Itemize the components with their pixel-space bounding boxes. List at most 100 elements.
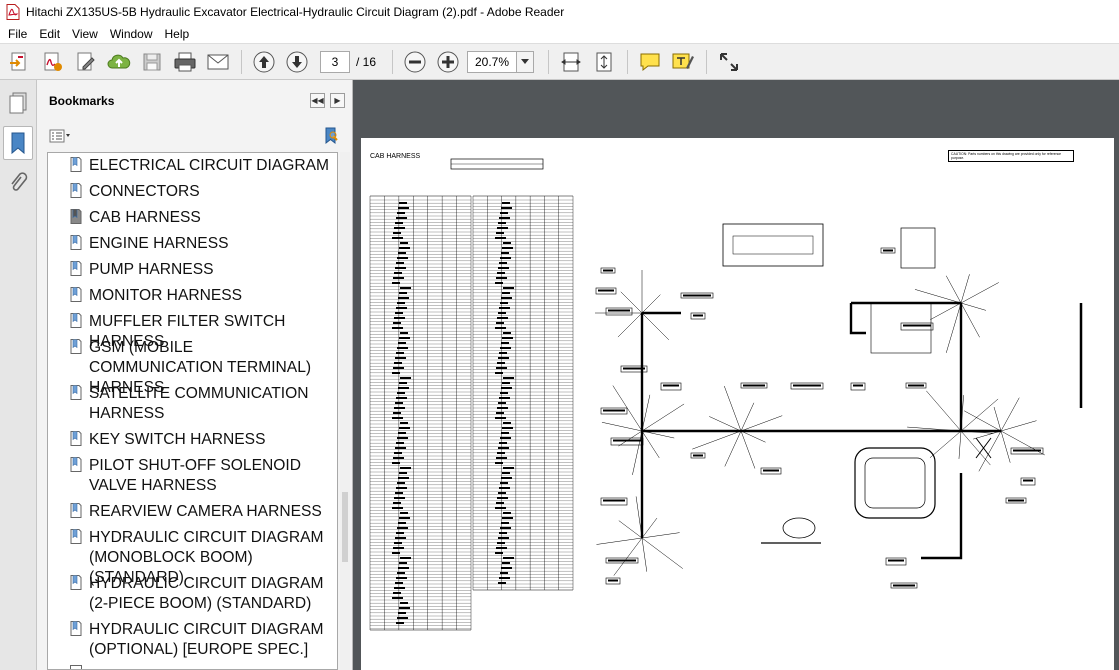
bookmark-icon <box>70 575 82 590</box>
page-thumbnails-button[interactable] <box>3 86 33 120</box>
bookmarks-list: ELECTRICAL CIRCUIT DIAGRAM CONNECTORS CAB … <box>47 152 338 670</box>
bookmark-item[interactable] <box>70 665 82 669</box>
save-button[interactable] <box>138 48 166 76</box>
bookmarks-panel: Bookmarks ◀◀ ▶ ELECTRICAL CIRCUIT DIAGRA… <box>37 80 353 670</box>
bookmark-label: REARVIEW CAMERA HARNESS <box>89 503 322 520</box>
previous-page-button[interactable] <box>250 48 278 76</box>
bookmark-item[interactable]: REARVIEW CAMERA HARNESS <box>48 502 337 522</box>
expand-bookmark-button[interactable] <box>323 127 341 148</box>
fit-width-button[interactable] <box>557 48 585 76</box>
highlight-button[interactable] <box>669 48 697 76</box>
export-pdf-icon <box>44 52 62 71</box>
upload-button[interactable] <box>105 48 133 76</box>
bookmark-icon <box>70 313 82 328</box>
title-bar: Hitachi ZX135US-5B Hydraulic Excavator E… <box>0 0 1119 24</box>
bookmark-item[interactable]: ELECTRICAL CIRCUIT DIAGRAM <box>48 156 337 176</box>
bookmark-icon <box>70 503 82 518</box>
menu-view[interactable]: View <box>66 27 104 41</box>
highlight-icon <box>672 53 695 69</box>
window-title: Hitachi ZX135US-5B Hydraulic Excavator E… <box>26 5 565 19</box>
bookmark-label: HYDRAULIC CIRCUIT DIAGRAM (OPTIONAL) [EU… <box>89 621 324 658</box>
bookmark-search-icon <box>325 127 338 145</box>
bookmark-item[interactable]: KEY SWITCH HARNESS <box>48 430 337 450</box>
fit-page-icon <box>596 52 612 71</box>
save-icon <box>143 53 161 70</box>
bookmark-item[interactable]: CONNECTORS <box>48 182 337 202</box>
options-menu-button[interactable] <box>49 129 71 143</box>
toolbar-separator <box>241 49 242 74</box>
zoom-value: 20.7% <box>475 54 510 69</box>
bookmark-item[interactable]: SATELLITE COMMUNICATION HARNESS <box>48 384 337 424</box>
toolbar-separator <box>392 49 394 74</box>
page-thumbnails-icon <box>9 92 27 114</box>
bookmark-item[interactable]: MONITOR HARNESS <box>48 286 337 306</box>
document-viewport[interactable]: CAB HARNESS CAUTION: Parts numbers on th… <box>353 80 1119 670</box>
toolbar: 3 / 16 20.7% <box>0 43 1119 80</box>
bookmark-label: PILOT SHUT-OFF SOLENOID VALVE HARNESS <box>89 457 301 494</box>
bookmark-label: CAB HARNESS <box>89 209 201 226</box>
bookmarks-title: Bookmarks <box>49 94 115 108</box>
bookmark-label: MONITOR HARNESS <box>89 287 243 304</box>
bookmark-icon <box>70 621 82 636</box>
bookmarks-header: Bookmarks ◀◀ ▶ <box>37 80 352 122</box>
menu-file[interactable]: File <box>2 27 33 41</box>
edit-pdf-icon <box>77 52 95 70</box>
comment-button[interactable] <box>636 48 664 76</box>
print-button[interactable] <box>171 48 199 76</box>
wire-table <box>369 195 574 631</box>
bookmark-item[interactable]: ENGINE HARNESS <box>48 234 337 254</box>
toolbar-separator <box>627 49 629 74</box>
fullscreen-button[interactable] <box>715 48 743 76</box>
edit-pdf-button[interactable] <box>72 48 100 76</box>
zoom-out-button[interactable] <box>401 48 429 76</box>
bookmark-item[interactable]: HYDRAULIC CIRCUIT DIAGRAM (OPTIONAL) [EU… <box>48 620 337 660</box>
fit-width-icon <box>561 52 581 71</box>
attachments-button[interactable] <box>3 166 33 200</box>
zoom-in-icon <box>437 51 459 72</box>
email-button[interactable] <box>204 48 232 76</box>
expand-panel-button[interactable]: ▶ <box>330 93 345 108</box>
bookmark-label: ENGINE HARNESS <box>89 235 229 252</box>
menu-edit[interactable]: Edit <box>33 27 66 41</box>
bookmark-label: SATELLITE COMMUNICATION HARNESS <box>89 385 309 422</box>
bookmark-item[interactable]: CAB HARNESS <box>48 208 337 228</box>
collapse-panel-button[interactable]: ◀◀ <box>310 93 325 108</box>
navigation-strip <box>0 80 37 670</box>
previous-page-icon <box>253 51 275 72</box>
bookmark-icon <box>70 209 82 224</box>
export-pdf-button[interactable] <box>39 48 67 76</box>
list-options-icon <box>49 129 70 143</box>
pdf-file-icon <box>6 4 20 20</box>
menu-window[interactable]: Window <box>104 27 159 41</box>
page-number-input[interactable]: 3 <box>320 50 350 73</box>
menu-help[interactable]: Help <box>159 27 196 41</box>
bookmark-icon <box>70 287 82 302</box>
chevron-down-icon[interactable] <box>516 51 534 72</box>
bookmarks-icon <box>11 132 25 155</box>
attachments-icon <box>11 172 28 191</box>
bookmark-icon <box>70 385 82 400</box>
scrollbar-thumb[interactable] <box>342 492 348 562</box>
print-icon <box>174 52 196 71</box>
next-page-button[interactable] <box>283 48 311 76</box>
toolbar-separator <box>548 49 550 74</box>
zoom-in-button[interactable] <box>434 48 462 76</box>
toolbar-separator <box>706 49 708 74</box>
page-total-label: / 16 <box>356 54 377 69</box>
fullscreen-icon <box>720 52 739 71</box>
bookmark-icon <box>70 261 82 276</box>
fit-page-button[interactable] <box>590 48 618 76</box>
bookmark-label: CONNECTORS <box>89 183 200 200</box>
bookmark-item[interactable]: PILOT SHUT-OFF SOLENOID VALVE HARNESS <box>48 456 337 496</box>
zoom-select[interactable]: 20.7% <box>467 50 535 73</box>
bookmark-item[interactable]: HYDRAULIC CIRCUIT DIAGRAM (2-PIECE BOOM)… <box>48 574 337 614</box>
next-page-icon <box>286 51 308 72</box>
bookmark-label: PUMP HARNESS <box>89 261 214 278</box>
create-pdf-button[interactable] <box>6 48 34 76</box>
bookmarks-scrollbar[interactable] <box>340 152 350 670</box>
bookmarks-button[interactable] <box>3 126 33 160</box>
cloud-upload-icon <box>107 54 131 68</box>
bookmark-label: ELECTRICAL CIRCUIT DIAGRAM <box>89 157 330 174</box>
bookmark-item[interactable]: PUMP HARNESS <box>48 260 337 280</box>
pdf-page: CAB HARNESS CAUTION: Parts numbers on th… <box>361 138 1114 670</box>
